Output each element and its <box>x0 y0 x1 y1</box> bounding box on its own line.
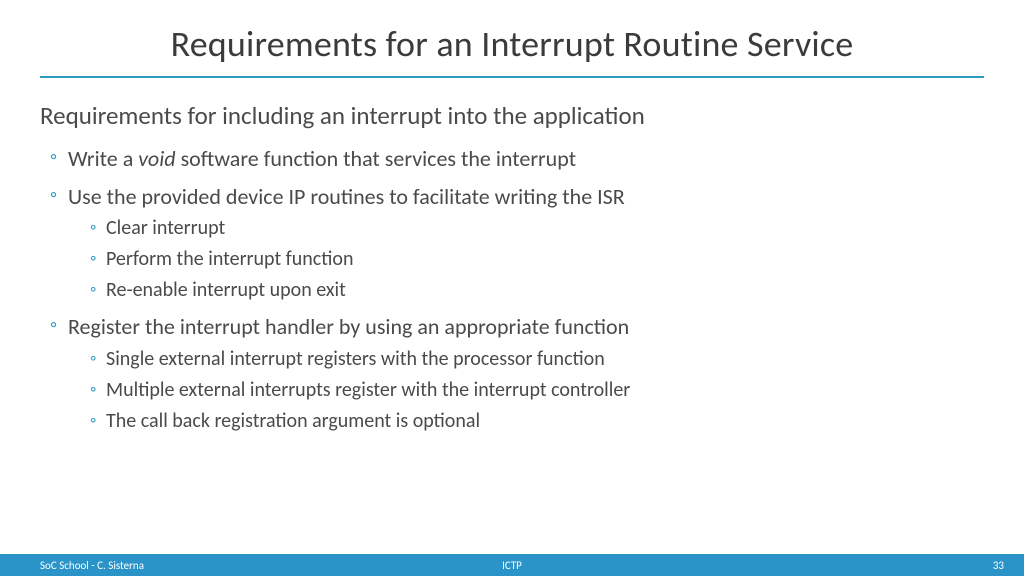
footer-center: ICTP <box>0 559 1024 572</box>
list-item: Multiple external interrupts register wi… <box>90 378 984 403</box>
bullet-text: Use the provided device IP routines to f… <box>68 183 625 210</box>
lead-text: Requirements for including an interrupt … <box>40 100 984 131</box>
list-item: Clear interrupt <box>90 216 984 241</box>
footer-bar: SoC School - C. Sisterna ICTP 33 <box>0 554 1024 576</box>
footer-left: SoC School - C. Sisterna <box>40 559 144 572</box>
slide-body: Requirements for including an interrupt … <box>0 78 1024 434</box>
slide-title: Requirements for an Interrupt Routine Se… <box>0 0 1024 66</box>
list-item: The call back registration argument is o… <box>90 409 984 434</box>
slide: Requirements for an Interrupt Routine Se… <box>0 0 1024 576</box>
bullet-text-prefix: Write a <box>68 145 138 172</box>
sub-list: Single external interrupt registers with… <box>68 347 984 434</box>
list-item: Perform the interrupt function <box>90 247 984 272</box>
list-item: Re-enable interrupt upon exit <box>90 278 984 303</box>
bullet-text-emph: void <box>138 145 175 172</box>
list-item: Use the provided device IP routines to f… <box>50 183 984 304</box>
bullet-list: Write a void software function that serv… <box>40 145 984 434</box>
sub-list: Clear interrupt Perform the interrupt fu… <box>68 216 984 303</box>
list-item: Write a void software function that serv… <box>50 145 984 173</box>
list-item: Single external interrupt registers with… <box>90 347 984 372</box>
bullet-text-suffix: software function that services the inte… <box>176 145 576 172</box>
bullet-text: Register the interrupt handler by using … <box>68 313 629 340</box>
list-item: Register the interrupt handler by using … <box>50 313 984 434</box>
slide-number: 33 <box>993 559 1004 572</box>
